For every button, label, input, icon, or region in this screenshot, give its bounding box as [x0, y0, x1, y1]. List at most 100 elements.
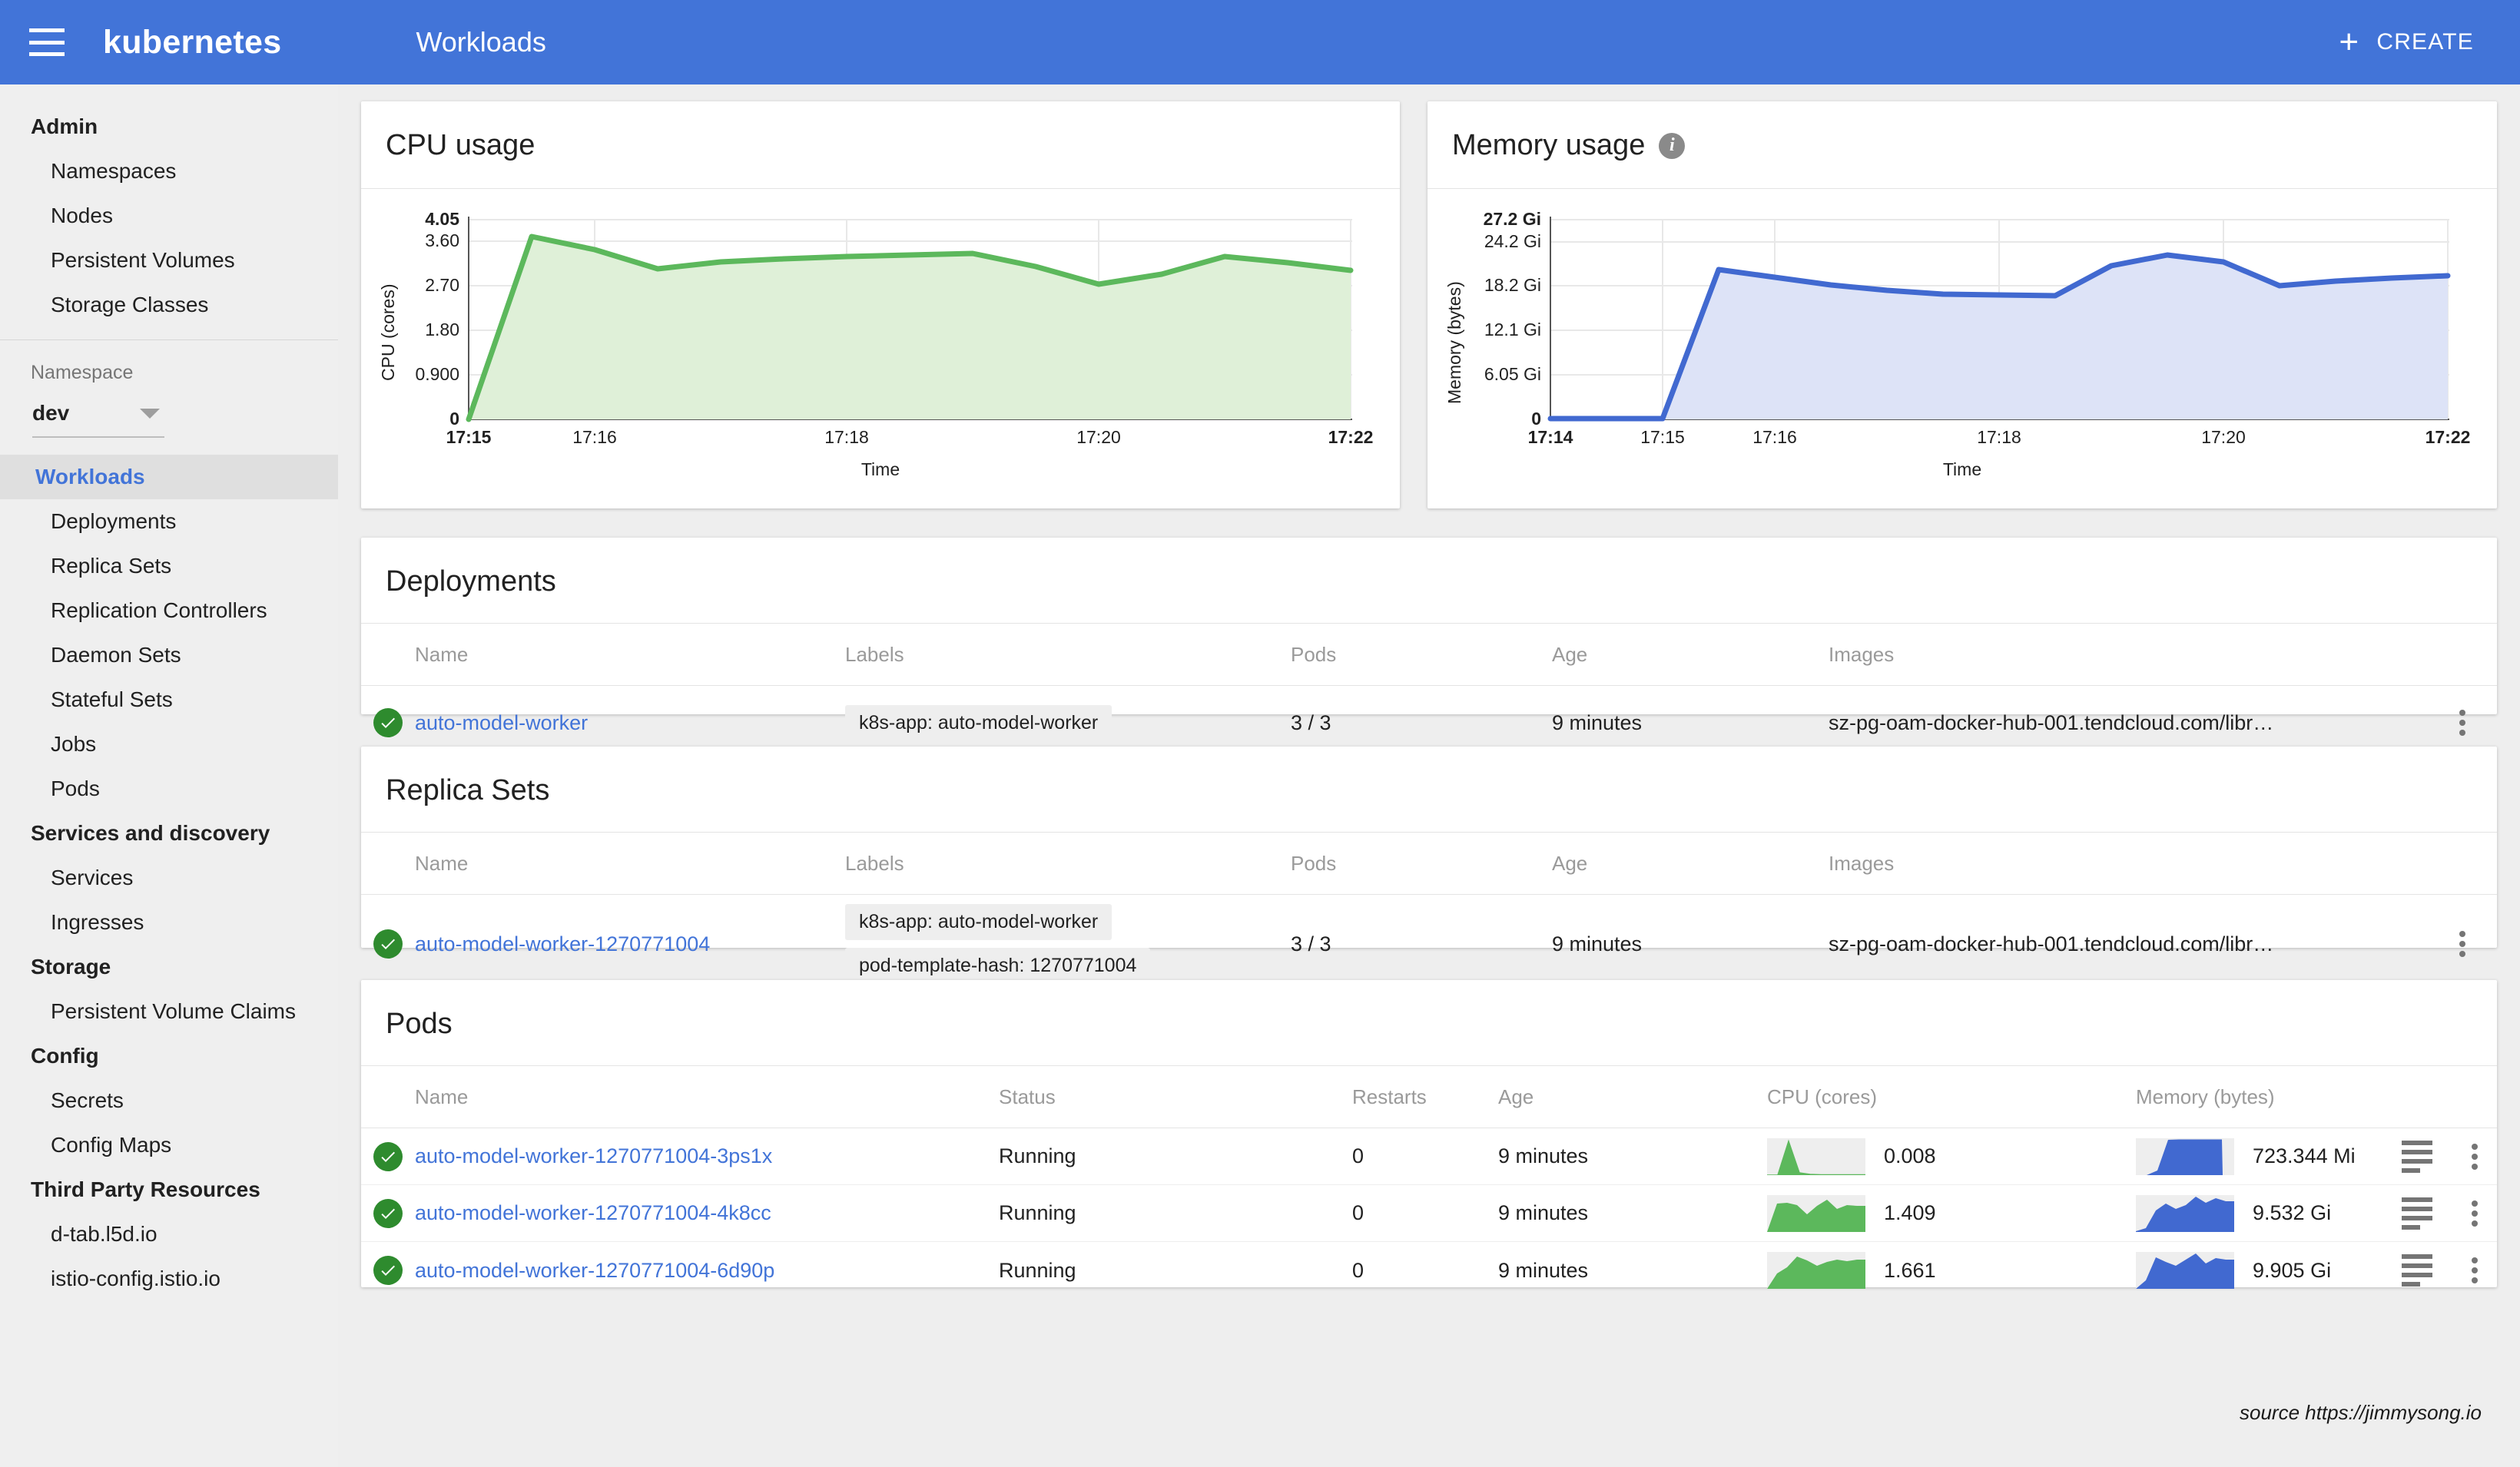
- column-header-cpu: CPU (cores): [1767, 1085, 2136, 1109]
- plus-icon: +: [2339, 25, 2359, 59]
- kebab-menu-icon[interactable]: [2472, 1144, 2478, 1170]
- column-header-name: Name: [415, 1085, 999, 1109]
- replica-set-age: 9 minutes: [1552, 932, 1829, 956]
- cpu-ytick-0: 4.05: [390, 209, 459, 230]
- column-header-pods: Pods: [1291, 643, 1552, 667]
- top-app-bar: kubernetes Workloads + CREATE: [0, 0, 2520, 84]
- mem-xtick-4: 17:20: [2185, 427, 2262, 448]
- sidebar-item-jobs[interactable]: Jobs: [0, 722, 338, 767]
- label-chip: pod-template-hash: 1270771004: [845, 948, 1150, 984]
- deployments-card: Deployments Name Labels Pods Age Images …: [361, 538, 2497, 714]
- column-header-restarts: Restarts: [1352, 1085, 1498, 1109]
- deployments-table-header: Name Labels Pods Age Images: [361, 623, 2497, 686]
- sidebar-item-services[interactable]: Services: [0, 856, 338, 900]
- column-header-name: Name: [415, 643, 845, 667]
- namespace-select[interactable]: dev: [32, 401, 164, 438]
- sidebar-item-config-maps[interactable]: Config Maps: [0, 1123, 338, 1167]
- replica-set-name-link[interactable]: auto-model-worker-1270771004: [415, 932, 710, 955]
- sidebar-item-storage-classes[interactable]: Storage Classes: [0, 283, 338, 327]
- sidebar-item-persistent-volumes[interactable]: Persistent Volumes: [0, 238, 338, 283]
- replica-sets-table-header: Name Labels Pods Age Images: [361, 832, 2497, 895]
- deployment-name-link[interactable]: auto-model-worker: [415, 711, 588, 734]
- cpu-x-axis-label: Time: [361, 459, 1400, 480]
- status-ok-icon: [373, 708, 403, 737]
- sidebar-item-nodes[interactable]: Nodes: [0, 194, 338, 238]
- table-row[interactable]: auto-model-worker-1270771004-6d90p Runni…: [361, 1242, 2497, 1299]
- sidebar-item-istio-config-istio-io[interactable]: istio-config.istio.io: [0, 1257, 338, 1301]
- cpu-xtick-3: 17:20: [1060, 427, 1137, 448]
- sidebar-item-replica-sets[interactable]: Replica Sets: [0, 544, 338, 588]
- cpu-ytick-5: 0: [390, 409, 459, 429]
- pod-name-link[interactable]: auto-model-worker-1270771004-4k8cc: [415, 1201, 771, 1224]
- deployment-images: sz-pg-oam-docker-hub-001.tendcloud.com/l…: [1829, 711, 2428, 735]
- log-lines-icon[interactable]: [2402, 1254, 2432, 1287]
- cpu-y-axis-label: CPU (cores): [378, 283, 399, 381]
- pod-memory-value: 9.905 Gi: [2253, 1259, 2331, 1283]
- sidebar-item-secrets[interactable]: Secrets: [0, 1078, 338, 1123]
- hamburger-icon[interactable]: [29, 28, 65, 56]
- mem-xtick-0: 17:14: [1512, 427, 1589, 448]
- kebab-menu-icon[interactable]: [2472, 1200, 2478, 1227]
- table-row[interactable]: auto-model-worker-1270771004 k8s-app: au…: [361, 895, 2497, 993]
- sidebar-item-replication-controllers[interactable]: Replication Controllers: [0, 588, 338, 633]
- column-header-age: Age: [1552, 643, 1829, 667]
- pod-name-link[interactable]: auto-model-worker-1270771004-6d90p: [415, 1259, 774, 1282]
- pod-restarts: 0: [1352, 1201, 1498, 1225]
- sidebar-item-ingresses[interactable]: Ingresses: [0, 900, 338, 945]
- table-row[interactable]: auto-model-worker-1270771004-3ps1x Runni…: [361, 1128, 2497, 1185]
- cpu-xtick-1: 17:16: [556, 427, 633, 448]
- pod-restarts: 0: [1352, 1259, 1498, 1283]
- status-ok-icon: [373, 929, 403, 959]
- pod-cpu-value: 1.661: [1884, 1259, 1936, 1283]
- create-button-label: CREATE: [2376, 29, 2474, 55]
- column-header-age: Age: [1498, 1085, 1767, 1109]
- label-chip: k8s-app: auto-model-worker: [845, 904, 1112, 940]
- mem-xtick-3: 17:18: [1961, 427, 2038, 448]
- mem-ytick-1: 24.2 Gi: [1435, 231, 1541, 252]
- replica-set-pods: 3 / 3: [1291, 932, 1552, 956]
- sidebar-item-deployments[interactable]: Deployments: [0, 499, 338, 544]
- pod-age: 9 minutes: [1498, 1259, 1767, 1283]
- column-header-labels: Labels: [845, 852, 1291, 876]
- sidebar-item-d-tab-l5d-io[interactable]: d-tab.l5d.io: [0, 1212, 338, 1257]
- cpu-sparkline: [1767, 1195, 1865, 1232]
- replica-sets-card: Replica Sets Name Labels Pods Age Images…: [361, 747, 2497, 948]
- replica-sets-title: Replica Sets: [361, 747, 2497, 807]
- column-header-images: Images: [1829, 852, 2497, 876]
- column-header-age: Age: [1552, 852, 1829, 876]
- kebab-menu-icon[interactable]: [2459, 710, 2465, 736]
- sidebar-item-workloads[interactable]: Workloads: [0, 455, 338, 499]
- create-button[interactable]: + CREATE: [2339, 25, 2474, 59]
- log-lines-icon[interactable]: [2402, 1197, 2432, 1230]
- deployment-pods: 3 / 3: [1291, 711, 1552, 735]
- cpu-usage-chart: 4.05 3.60 2.70 1.80 0.900 0 17:15 17:16 …: [361, 189, 1400, 512]
- cpu-usage-title: CPU usage: [361, 101, 1400, 162]
- kebab-menu-icon[interactable]: [2459, 931, 2465, 957]
- cpu-sparkline: [1767, 1252, 1865, 1289]
- status-ok-icon: [373, 1142, 403, 1171]
- sidebar-item-pods[interactable]: Pods: [0, 767, 338, 811]
- source-attribution: source https://jimmysong.io: [2240, 1401, 2482, 1425]
- column-header-status: Status: [999, 1085, 1352, 1109]
- sidebar-item-persistent-volume-claims[interactable]: Persistent Volume Claims: [0, 989, 338, 1034]
- sidebar-divider: [0, 339, 338, 340]
- status-ok-icon: [373, 1199, 403, 1228]
- namespace-label: Namespace: [0, 362, 338, 384]
- sidebar-item-namespaces[interactable]: Namespaces: [0, 149, 338, 194]
- sidebar-header-services: Services and discovery: [0, 811, 338, 856]
- kebab-menu-icon[interactable]: [2472, 1257, 2478, 1283]
- memory-sparkline: [2136, 1138, 2234, 1175]
- sidebar-item-stateful-sets[interactable]: Stateful Sets: [0, 677, 338, 722]
- mem-xtick-1: 17:15: [1624, 427, 1701, 448]
- table-row[interactable]: auto-model-worker-1270771004-4k8cc Runni…: [361, 1185, 2497, 1242]
- pods-title: Pods: [361, 980, 2497, 1041]
- pod-name-link[interactable]: auto-model-worker-1270771004-3ps1x: [415, 1144, 772, 1167]
- sidebar-item-daemon-sets[interactable]: Daemon Sets: [0, 633, 338, 677]
- pod-status: Running: [999, 1144, 1352, 1168]
- log-lines-icon[interactable]: [2402, 1141, 2432, 1173]
- cpu-ytick-1: 3.60: [390, 230, 459, 251]
- mem-ytick-5: 0: [1435, 409, 1541, 429]
- memory-sparkline: [2136, 1195, 2234, 1232]
- info-icon[interactable]: i: [1659, 133, 1685, 159]
- pod-memory-value: 9.532 Gi: [2253, 1201, 2331, 1225]
